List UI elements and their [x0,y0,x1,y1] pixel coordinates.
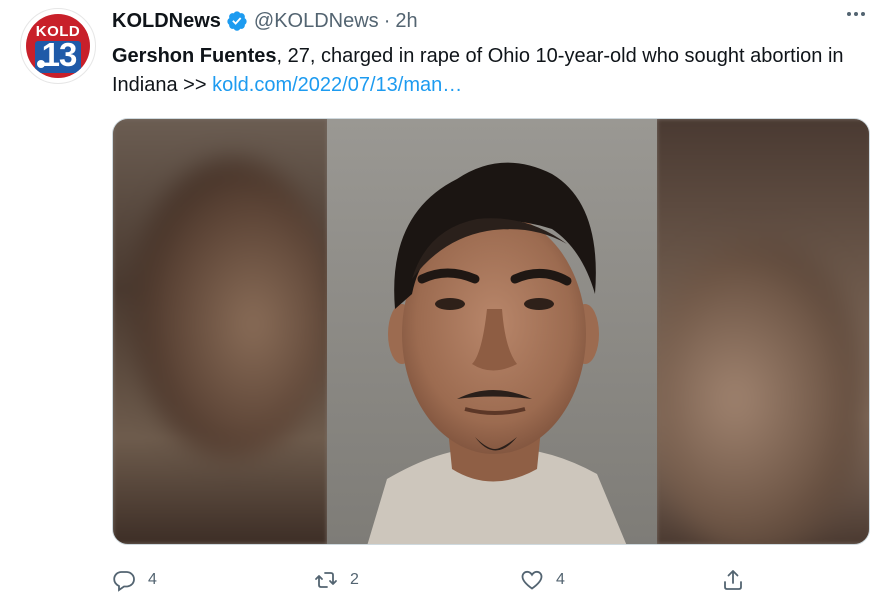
logo-number: 13 [41,36,78,73]
share-icon [724,570,742,590]
verified-badge-icon [227,11,247,31]
retweet-icon [315,572,337,588]
blurred-shape [133,159,333,459]
blurred-shape [647,239,867,544]
cbs-eye-icon [37,60,45,68]
tweet-bold-name: Gershon Fuentes [112,45,277,67]
retweet-count: 2 [350,571,359,588]
tweet-image[interactable] [112,118,870,545]
more-dot [861,12,865,16]
reply-icon [113,571,135,592]
more-dot [847,12,851,16]
heart-icon [521,570,543,590]
more-dot [854,12,858,16]
tweet-actions: 4 2 4 [112,566,872,594]
tweet-link[interactable]: kold.com/2022/07/13/man… [212,74,462,96]
handle[interactable]: @KOLDNews [254,10,379,33]
blurred-right-panel [647,119,869,544]
mugshot-illustration [327,119,657,544]
more-dots-icon[interactable] [847,12,865,16]
like-count: 4 [556,571,565,588]
reply-count: 4 [148,571,157,588]
avatar[interactable]: KOLD 13 [20,8,96,84]
timestamp[interactable]: 2h [395,10,417,33]
separator: · [383,9,391,32]
like-button[interactable]: 4 [520,566,565,594]
blurred-left-panel [113,119,333,544]
display-name[interactable]: KOLDNews [112,10,221,33]
tweet-header: KOLDNews @KOLDNews · 2h [112,8,418,34]
kold-logo: KOLD 13 [26,14,90,78]
reply-button[interactable]: 4 [112,566,157,594]
mugshot-photo [327,119,657,544]
share-button[interactable] [721,566,745,594]
retweet-button[interactable]: 2 [314,566,359,594]
tweet-text: Gershon Fuentes, 27, charged in rape of … [112,42,872,100]
